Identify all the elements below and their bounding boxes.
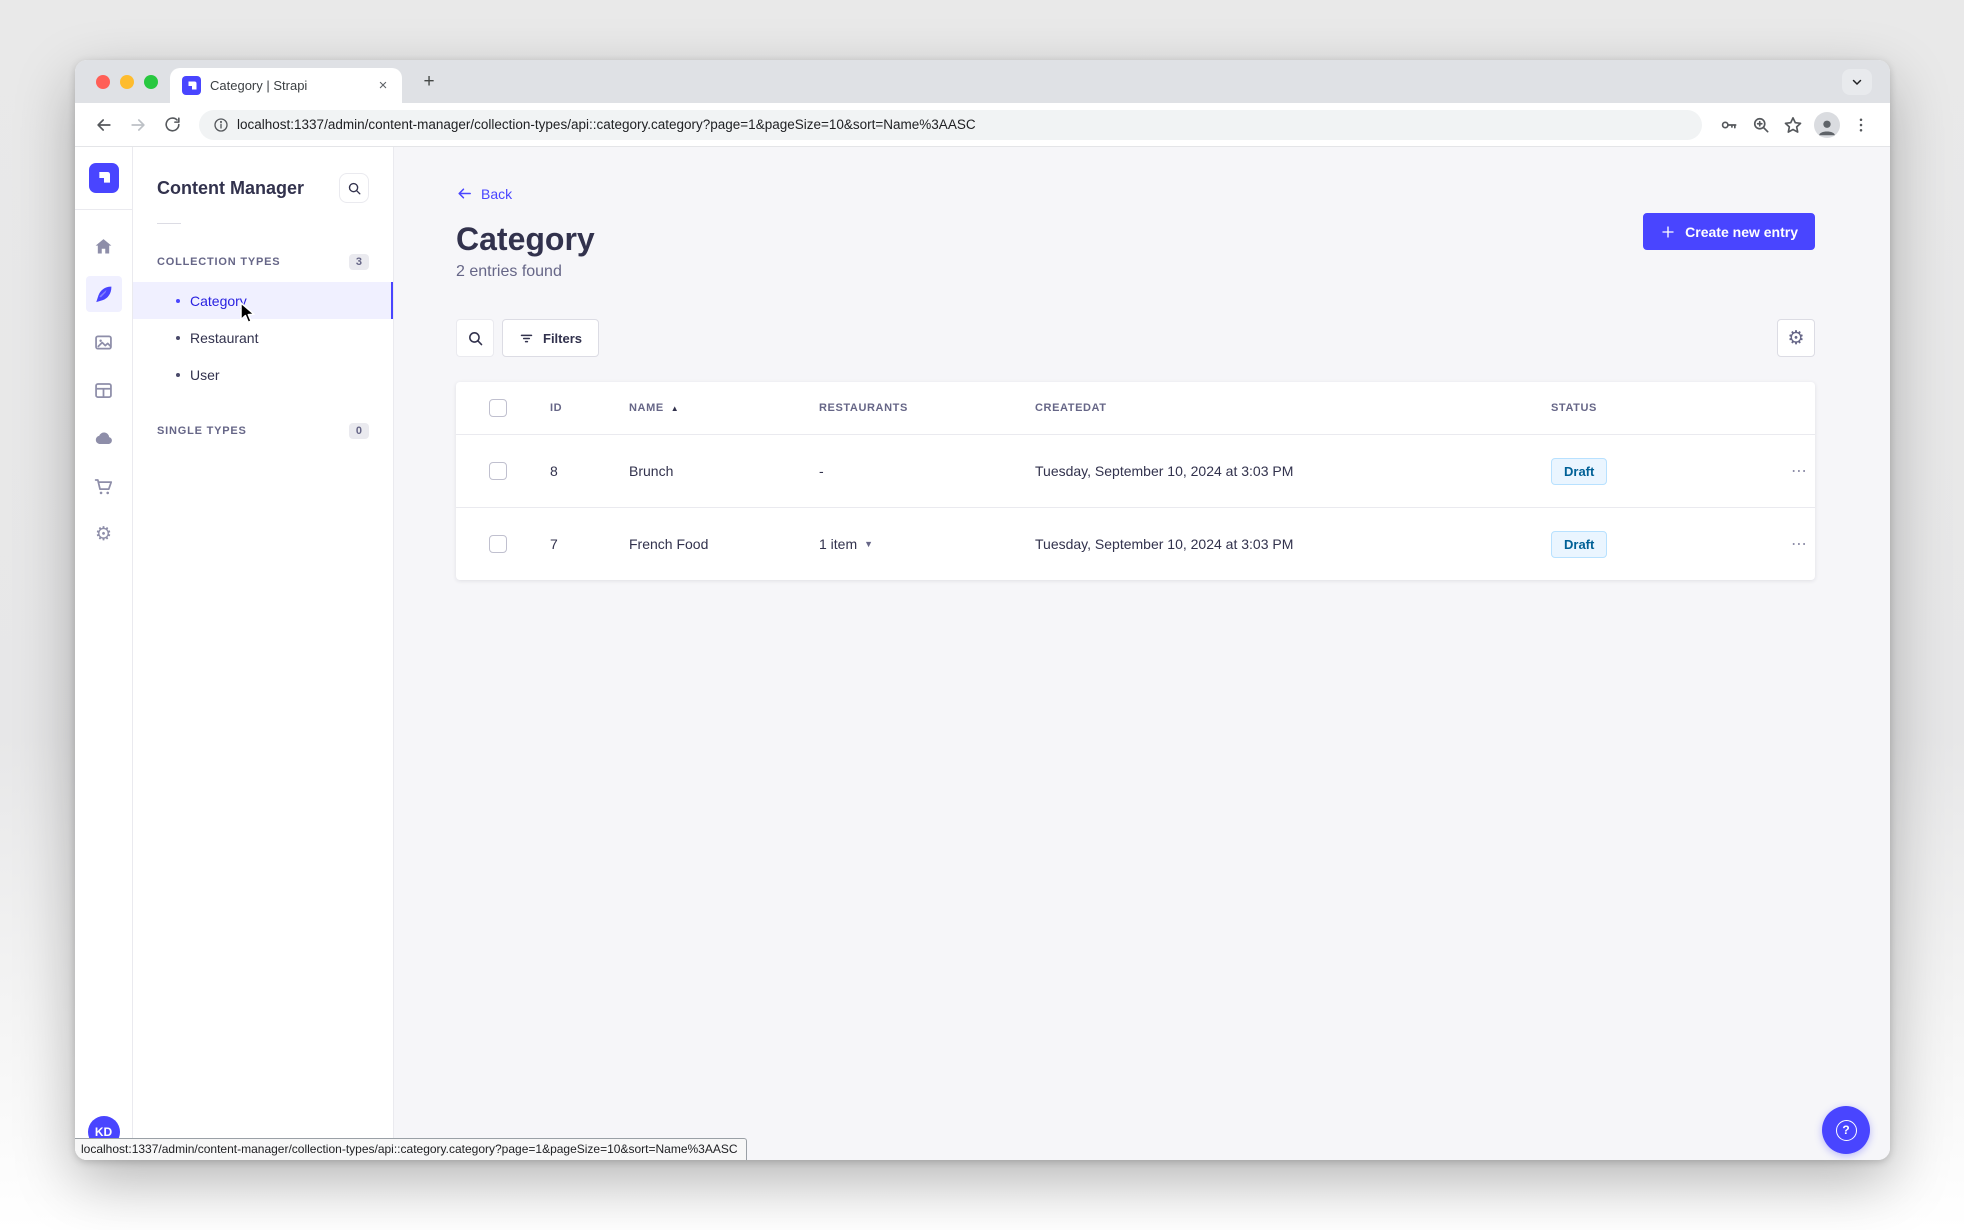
- cell-restaurants-dropdown[interactable]: 1 item ▼: [819, 536, 1035, 552]
- column-header-createdat[interactable]: CREATEDAT: [1035, 402, 1551, 414]
- single-types-count-badge: 0: [348, 423, 369, 439]
- forward-arrow-icon[interactable]: [123, 110, 153, 140]
- question-mark-icon: ?: [1835, 1119, 1857, 1141]
- cell-createdat: Tuesday, September 10, 2024 at 3:03 PM: [1035, 463, 1294, 479]
- collection-types-section: COLLECTION TYPES 3: [133, 254, 393, 270]
- table-row[interactable]: 7 French Food 1 item ▼ Tuesday, Septembe…: [456, 507, 1815, 580]
- cell-name: French Food: [629, 536, 709, 552]
- strapi-app: ⚙ KD Content Manager COLLECTION TYPES 3 …: [75, 147, 1890, 1160]
- column-header-id[interactable]: ID: [550, 402, 629, 414]
- sidebar-item-category[interactable]: Category: [133, 282, 393, 319]
- settings-gear-icon[interactable]: ⚙: [86, 516, 122, 552]
- sidebar-item-restaurant[interactable]: Restaurant: [133, 319, 393, 356]
- sidebar-search-button[interactable]: [339, 173, 369, 203]
- status-badge: Draft: [1551, 457, 1608, 485]
- sort-asc-icon: ▲: [670, 403, 680, 413]
- sidebar-item-label: Restaurant: [190, 329, 259, 346]
- maximize-window-button[interactable]: [144, 74, 158, 89]
- search-button[interactable]: [456, 319, 494, 357]
- tab-search-chevron-icon[interactable]: [1842, 69, 1872, 95]
- row-checkbox[interactable]: [489, 462, 507, 480]
- media-library-images-icon[interactable]: [86, 324, 122, 360]
- sidebar-item-label: Category: [190, 292, 247, 309]
- tab-title: Category | Strapi: [210, 78, 308, 93]
- row-actions-menu[interactable]: ⋯: [1791, 534, 1808, 554]
- sidebar-divider: [157, 223, 181, 224]
- row-actions-menu[interactable]: ⋯: [1791, 461, 1808, 481]
- column-header-restaurants[interactable]: RESTAURANTS: [819, 402, 1035, 414]
- traffic-lights: [96, 74, 158, 89]
- toolbar-right: [1714, 110, 1876, 140]
- content-manager-feather-icon[interactable]: [85, 276, 122, 312]
- table-settings-button[interactable]: ⚙: [1777, 319, 1815, 357]
- marketplace-cart-icon[interactable]: [86, 468, 122, 504]
- url-text: localhost:1337/admin/content-manager/col…: [237, 117, 976, 132]
- column-header-name[interactable]: NAME ▲: [629, 402, 819, 414]
- page-info-icon[interactable]: [213, 117, 229, 133]
- sidebar-item-user[interactable]: User: [133, 356, 393, 393]
- table-actions-row: Filters ⚙: [456, 319, 1815, 357]
- table-header-row: ID NAME ▲ RESTAURANTS CREATEDAT STATUS: [456, 382, 1815, 434]
- collection-types-count-badge: 3: [348, 254, 369, 270]
- filters-button[interactable]: Filters: [502, 319, 600, 357]
- content-manager-sidebar: Content Manager COLLECTION TYPES 3 Categ…: [133, 147, 394, 1160]
- back-link[interactable]: Back: [456, 185, 512, 202]
- browser-window: Category | Strapi × + localhost:1337/adm…: [75, 60, 1890, 1160]
- entries-count: 2 entries found: [456, 263, 562, 280]
- collection-types-label: COLLECTION TYPES: [157, 256, 281, 268]
- entries-table: ID NAME ▲ RESTAURANTS CREATEDAT STATUS 8…: [456, 382, 1815, 580]
- zoom-magnifier-icon[interactable]: [1746, 110, 1776, 140]
- browser-tab[interactable]: Category | Strapi ×: [170, 68, 402, 103]
- home-icon[interactable]: [86, 228, 122, 264]
- help-button[interactable]: ?: [1822, 1106, 1870, 1154]
- bullet-icon: [176, 372, 180, 377]
- new-tab-button[interactable]: +: [417, 70, 441, 94]
- cell-createdat: Tuesday, September 10, 2024 at 3:03 PM: [1035, 536, 1294, 552]
- arrow-left-icon: [458, 188, 471, 199]
- collection-types-items: Category Restaurant User: [133, 282, 393, 393]
- create-new-entry-button[interactable]: Create new entry: [1643, 213, 1815, 250]
- strapi-favicon-icon: [182, 76, 201, 95]
- profile-avatar-icon[interactable]: [1814, 111, 1840, 138]
- plus-icon: [1662, 225, 1674, 238]
- sidebar-item-label: User: [190, 366, 220, 383]
- content-type-builder-layout-icon[interactable]: [86, 372, 122, 408]
- gear-icon: ⚙: [1787, 326, 1805, 349]
- cloud-icon[interactable]: [86, 420, 122, 456]
- reload-icon[interactable]: [157, 110, 187, 140]
- bullet-icon: [176, 298, 180, 303]
- row-checkbox[interactable]: [489, 535, 507, 553]
- status-bar-url: localhost:1337/admin/content-manager/col…: [75, 1138, 747, 1160]
- main-content: Back Category 2 entries found Create new…: [394, 147, 1890, 1160]
- cell-id: 7: [550, 536, 558, 552]
- select-all-checkbox[interactable]: [489, 399, 507, 417]
- single-types-label: SINGLE TYPES: [157, 425, 247, 437]
- strapi-logo-icon: [88, 163, 119, 193]
- back-arrow-icon[interactable]: [89, 110, 119, 140]
- rail-divider: [75, 209, 132, 210]
- browser-tab-strip: Category | Strapi × +: [75, 60, 1890, 103]
- sidebar-title: Content Manager: [157, 177, 305, 198]
- cell-id: 8: [550, 463, 558, 479]
- bookmark-star-icon[interactable]: [1778, 110, 1808, 140]
- minimize-window-button[interactable]: [120, 74, 134, 89]
- password-key-icon[interactable]: [1714, 110, 1744, 140]
- single-types-section: SINGLE TYPES 0: [133, 423, 393, 439]
- filter-icon: [520, 334, 533, 342]
- cell-name: Brunch: [629, 463, 674, 479]
- nav-rail: ⚙ KD: [75, 147, 133, 1160]
- url-bar[interactable]: localhost:1337/admin/content-manager/col…: [199, 109, 1702, 140]
- chevron-down-icon: ▼: [864, 539, 874, 549]
- cell-restaurants: -: [819, 463, 824, 479]
- close-window-button[interactable]: [96, 74, 110, 89]
- browser-toolbar: localhost:1337/admin/content-manager/col…: [75, 103, 1890, 147]
- tab-close-icon[interactable]: ×: [374, 77, 392, 95]
- status-badge: Draft: [1551, 530, 1608, 558]
- table-row[interactable]: 8 Brunch - Tuesday, September 10, 2024 a…: [456, 434, 1815, 507]
- bullet-icon: [176, 335, 180, 340]
- menu-dots-icon[interactable]: [1846, 110, 1876, 140]
- page-title: Category: [456, 221, 595, 257]
- search-icon: [468, 331, 482, 345]
- column-header-status[interactable]: STATUS: [1551, 402, 1753, 414]
